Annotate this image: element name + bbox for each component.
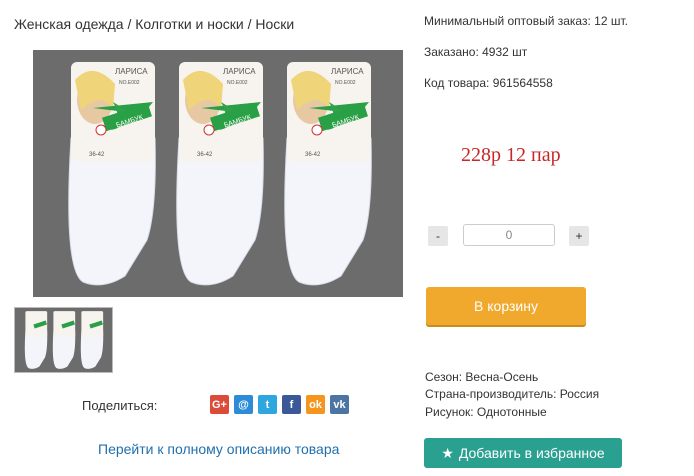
- odnoklassniki-icon[interactable]: ok: [306, 395, 325, 414]
- share-icons: G+ @ t f ok vk: [210, 395, 349, 414]
- sock-package-1: [68, 62, 156, 286]
- sock-package-3: [284, 62, 372, 286]
- twitter-icon[interactable]: t: [258, 395, 277, 414]
- pkg-size-2: 36-42: [197, 152, 213, 158]
- pattern-text: Рисунок: Однотонные: [425, 405, 547, 419]
- google-plus-icon[interactable]: G+: [210, 395, 229, 414]
- pkg-brand-2: ЛАРИСА: [223, 67, 256, 76]
- add-to-cart-button[interactable]: В корзину: [426, 287, 586, 325]
- product-code-text: Код товара: 961564558: [424, 76, 553, 90]
- pkg-size-1: 36-42: [89, 152, 105, 158]
- min-order-text: Минимальный оптовый заказ: 12 шт.: [424, 14, 628, 28]
- share-label: Поделиться:: [82, 398, 158, 413]
- socks-photo: ЛАРИСА ЛАРИСА ЛАРИСА NO.E002 NO.E002 NO.…: [68, 62, 372, 286]
- pkg-brand-3: ЛАРИСА: [331, 67, 364, 76]
- thumbnail-photo: [24, 311, 104, 369]
- pkg-code-1: NO.E002: [119, 80, 140, 86]
- pkg-size-3: 36-42: [305, 152, 321, 158]
- favorites-label: Добавить в избранное: [458, 445, 605, 461]
- mail-icon[interactable]: @: [234, 395, 253, 414]
- pkg-code-3: NO.E002: [335, 80, 356, 86]
- facebook-icon[interactable]: f: [282, 395, 301, 414]
- quantity-input[interactable]: 0: [463, 224, 555, 246]
- breadcrumb[interactable]: Женская одежда / Колготки и носки / Носк…: [14, 16, 294, 32]
- quantity-decrease-button[interactable]: -: [428, 226, 448, 246]
- vk-icon[interactable]: vk: [330, 395, 349, 414]
- product-main-image[interactable]: ЛАРИСА ЛАРИСА ЛАРИСА NO.E002 NO.E002 NO.…: [33, 50, 403, 297]
- quantity-increase-button[interactable]: +: [569, 226, 589, 246]
- season-text: Сезон: Весна-Осень: [425, 370, 539, 384]
- star-icon: ★: [441, 444, 454, 461]
- sock-package-2: [176, 62, 264, 286]
- pkg-code-2: NO.E002: [227, 80, 248, 86]
- price-text: 228р 12 пар: [461, 144, 561, 166]
- add-to-favorites-button[interactable]: ★ Добавить в избранное: [424, 438, 622, 468]
- full-description-link[interactable]: Перейти к полному описанию товара: [98, 441, 339, 457]
- pkg-brand-1: ЛАРИСА: [115, 67, 148, 76]
- ordered-count-text: Заказано: 4932 шт: [424, 45, 528, 59]
- country-text: Страна-производитель: Россия: [425, 387, 600, 401]
- product-thumbnail[interactable]: [14, 307, 113, 373]
